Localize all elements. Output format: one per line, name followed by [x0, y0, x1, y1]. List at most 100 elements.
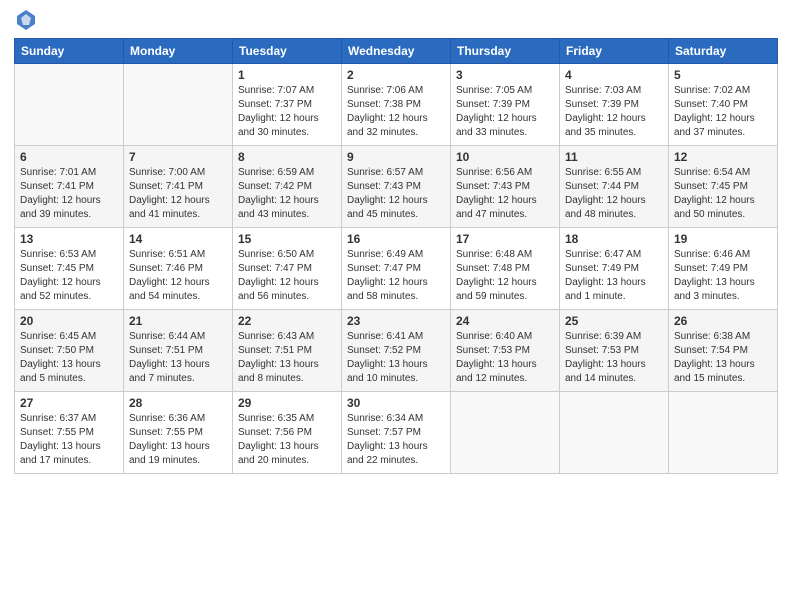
day-info: Sunrise: 6:56 AMSunset: 7:43 PMDaylight:… [456, 166, 554, 222]
day-cell [560, 392, 669, 474]
day-number: 18 [565, 232, 663, 246]
day-cell: 21 Sunrise: 6:44 AMSunset: 7:51 PMDayligh… [124, 310, 233, 392]
week-row-4: 20 Sunrise: 6:45 AMSunset: 7:50 PMDayligh… [15, 310, 778, 392]
day-cell: 9Sunrise: 6:57 AMSunset: 7:43 PMDaylight… [342, 146, 451, 228]
day-number: 12 [674, 150, 772, 164]
day-info: Sunrise: 7:00 AMSunset: 7:41 PMDaylight:… [129, 166, 227, 222]
day-info: Sunrise: 6:50 AMSunset: 7:47 PMDaylight:… [238, 248, 336, 304]
week-row-5: 27 Sunrise: 6:37 AMSunset: 7:55 PMDayligh… [15, 392, 778, 474]
day-cell: 10 Sunrise: 6:56 AMSunset: 7:43 PMDayligh… [451, 146, 560, 228]
day-cell: 14 Sunrise: 6:51 AMSunset: 7:46 PMDayligh… [124, 228, 233, 310]
calendar-header-row: SundayMondayTuesdayWednesdayThursdayFrid… [15, 39, 778, 64]
logo [14, 10, 35, 30]
logo-icon [17, 10, 35, 30]
day-cell: 13 Sunrise: 6:53 AMSunset: 7:45 PMDayligh… [15, 228, 124, 310]
day-info: Sunrise: 7:01 AMSunset: 7:41 PMDaylight:… [20, 166, 118, 222]
day-cell: 17 Sunrise: 6:48 AMSunset: 7:48 PMDayligh… [451, 228, 560, 310]
day-number: 20 [20, 314, 118, 328]
day-cell [15, 64, 124, 146]
day-cell: 25 Sunrise: 6:39 AMSunset: 7:53 PMDayligh… [560, 310, 669, 392]
day-info: Sunrise: 6:54 AMSunset: 7:45 PMDaylight:… [674, 166, 772, 222]
day-number: 6 [20, 150, 118, 164]
day-number: 21 [129, 314, 227, 328]
day-header-tuesday: Tuesday [233, 39, 342, 64]
day-number: 11 [565, 150, 663, 164]
day-header-wednesday: Wednesday [342, 39, 451, 64]
day-cell: 19 Sunrise: 6:46 AMSunset: 7:49 PMDayligh… [669, 228, 778, 310]
day-number: 25 [565, 314, 663, 328]
day-number: 3 [456, 68, 554, 82]
day-cell: 22 Sunrise: 6:43 AMSunset: 7:51 PMDayligh… [233, 310, 342, 392]
calendar-table: SundayMondayTuesdayWednesdayThursdayFrid… [14, 38, 778, 474]
day-info: Sunrise: 6:53 AMSunset: 7:45 PMDaylight:… [20, 248, 118, 304]
calendar-body: 1 Sunrise: 7:07 AMSunset: 7:37 PMDaylight… [15, 64, 778, 474]
day-number: 7 [129, 150, 227, 164]
day-info: Sunrise: 6:46 AMSunset: 7:49 PMDaylight:… [674, 248, 772, 304]
day-cell: 30Sunrise: 6:34 AMSunset: 7:57 PMDayligh… [342, 392, 451, 474]
day-cell: 3Sunrise: 7:05 AMSunset: 7:39 PMDaylight… [451, 64, 560, 146]
day-info: Sunrise: 7:02 AMSunset: 7:40 PMDaylight:… [674, 84, 772, 140]
day-info: Sunrise: 6:48 AMSunset: 7:48 PMDaylight:… [456, 248, 554, 304]
day-info: Sunrise: 6:35 AMSunset: 7:56 PMDaylight:… [238, 412, 336, 468]
day-info: Sunrise: 6:59 AMSunset: 7:42 PMDaylight:… [238, 166, 336, 222]
day-number: 16 [347, 232, 445, 246]
day-info: Sunrise: 6:44 AMSunset: 7:51 PMDaylight:… [129, 330, 227, 386]
day-cell: 15 Sunrise: 6:50 AMSunset: 7:47 PMDayligh… [233, 228, 342, 310]
day-number: 17 [456, 232, 554, 246]
day-info: Sunrise: 6:51 AMSunset: 7:46 PMDaylight:… [129, 248, 227, 304]
day-cell: 29 Sunrise: 6:35 AMSunset: 7:56 PMDayligh… [233, 392, 342, 474]
day-number: 4 [565, 68, 663, 82]
day-cell: 6 Sunrise: 7:01 AMSunset: 7:41 PMDaylight… [15, 146, 124, 228]
day-number: 24 [456, 314, 554, 328]
day-cell: 12 Sunrise: 6:54 AMSunset: 7:45 PMDayligh… [669, 146, 778, 228]
day-number: 22 [238, 314, 336, 328]
day-number: 8 [238, 150, 336, 164]
day-cell: 20 Sunrise: 6:45 AMSunset: 7:50 PMDayligh… [15, 310, 124, 392]
day-cell [124, 64, 233, 146]
day-cell: 23 Sunrise: 6:41 AMSunset: 7:52 PMDayligh… [342, 310, 451, 392]
day-cell: 27 Sunrise: 6:37 AMSunset: 7:55 PMDayligh… [15, 392, 124, 474]
day-info: Sunrise: 7:03 AMSunset: 7:39 PMDaylight:… [565, 84, 663, 140]
day-info: Sunrise: 7:07 AMSunset: 7:37 PMDaylight:… [238, 84, 336, 140]
week-row-3: 13 Sunrise: 6:53 AMSunset: 7:45 PMDayligh… [15, 228, 778, 310]
day-number: 2 [347, 68, 445, 82]
day-info: Sunrise: 6:45 AMSunset: 7:50 PMDaylight:… [20, 330, 118, 386]
day-number: 26 [674, 314, 772, 328]
day-cell: 2 Sunrise: 7:06 AMSunset: 7:38 PMDaylight… [342, 64, 451, 146]
day-info: Sunrise: 6:39 AMSunset: 7:53 PMDaylight:… [565, 330, 663, 386]
day-info: Sunrise: 6:41 AMSunset: 7:52 PMDaylight:… [347, 330, 445, 386]
day-number: 19 [674, 232, 772, 246]
day-number: 14 [129, 232, 227, 246]
day-info: Sunrise: 6:49 AMSunset: 7:47 PMDaylight:… [347, 248, 445, 304]
day-number: 29 [238, 396, 336, 410]
day-cell: 24Sunrise: 6:40 AMSunset: 7:53 PMDayligh… [451, 310, 560, 392]
day-info: Sunrise: 6:47 AMSunset: 7:49 PMDaylight:… [565, 248, 663, 304]
day-number: 13 [20, 232, 118, 246]
day-header-thursday: Thursday [451, 39, 560, 64]
day-cell [451, 392, 560, 474]
day-cell: 5 Sunrise: 7:02 AMSunset: 7:40 PMDaylight… [669, 64, 778, 146]
day-info: Sunrise: 6:38 AMSunset: 7:54 PMDaylight:… [674, 330, 772, 386]
day-number: 9 [347, 150, 445, 164]
day-header-friday: Friday [560, 39, 669, 64]
day-number: 23 [347, 314, 445, 328]
day-cell [669, 392, 778, 474]
day-cell: 26 Sunrise: 6:38 AMSunset: 7:54 PMDayligh… [669, 310, 778, 392]
day-number: 10 [456, 150, 554, 164]
header [14, 10, 778, 30]
day-cell: 7 Sunrise: 7:00 AMSunset: 7:41 PMDaylight… [124, 146, 233, 228]
day-info: Sunrise: 6:43 AMSunset: 7:51 PMDaylight:… [238, 330, 336, 386]
day-info: Sunrise: 6:37 AMSunset: 7:55 PMDaylight:… [20, 412, 118, 468]
day-cell: 28Sunrise: 6:36 AMSunset: 7:55 PMDayligh… [124, 392, 233, 474]
day-number: 1 [238, 68, 336, 82]
day-header-sunday: Sunday [15, 39, 124, 64]
day-header-saturday: Saturday [669, 39, 778, 64]
day-cell: 11Sunrise: 6:55 AMSunset: 7:44 PMDayligh… [560, 146, 669, 228]
week-row-2: 6 Sunrise: 7:01 AMSunset: 7:41 PMDaylight… [15, 146, 778, 228]
day-info: Sunrise: 6:36 AMSunset: 7:55 PMDaylight:… [129, 412, 227, 468]
day-number: 5 [674, 68, 772, 82]
day-info: Sunrise: 7:06 AMSunset: 7:38 PMDaylight:… [347, 84, 445, 140]
day-number: 15 [238, 232, 336, 246]
day-number: 27 [20, 396, 118, 410]
day-cell: 8 Sunrise: 6:59 AMSunset: 7:42 PMDaylight… [233, 146, 342, 228]
